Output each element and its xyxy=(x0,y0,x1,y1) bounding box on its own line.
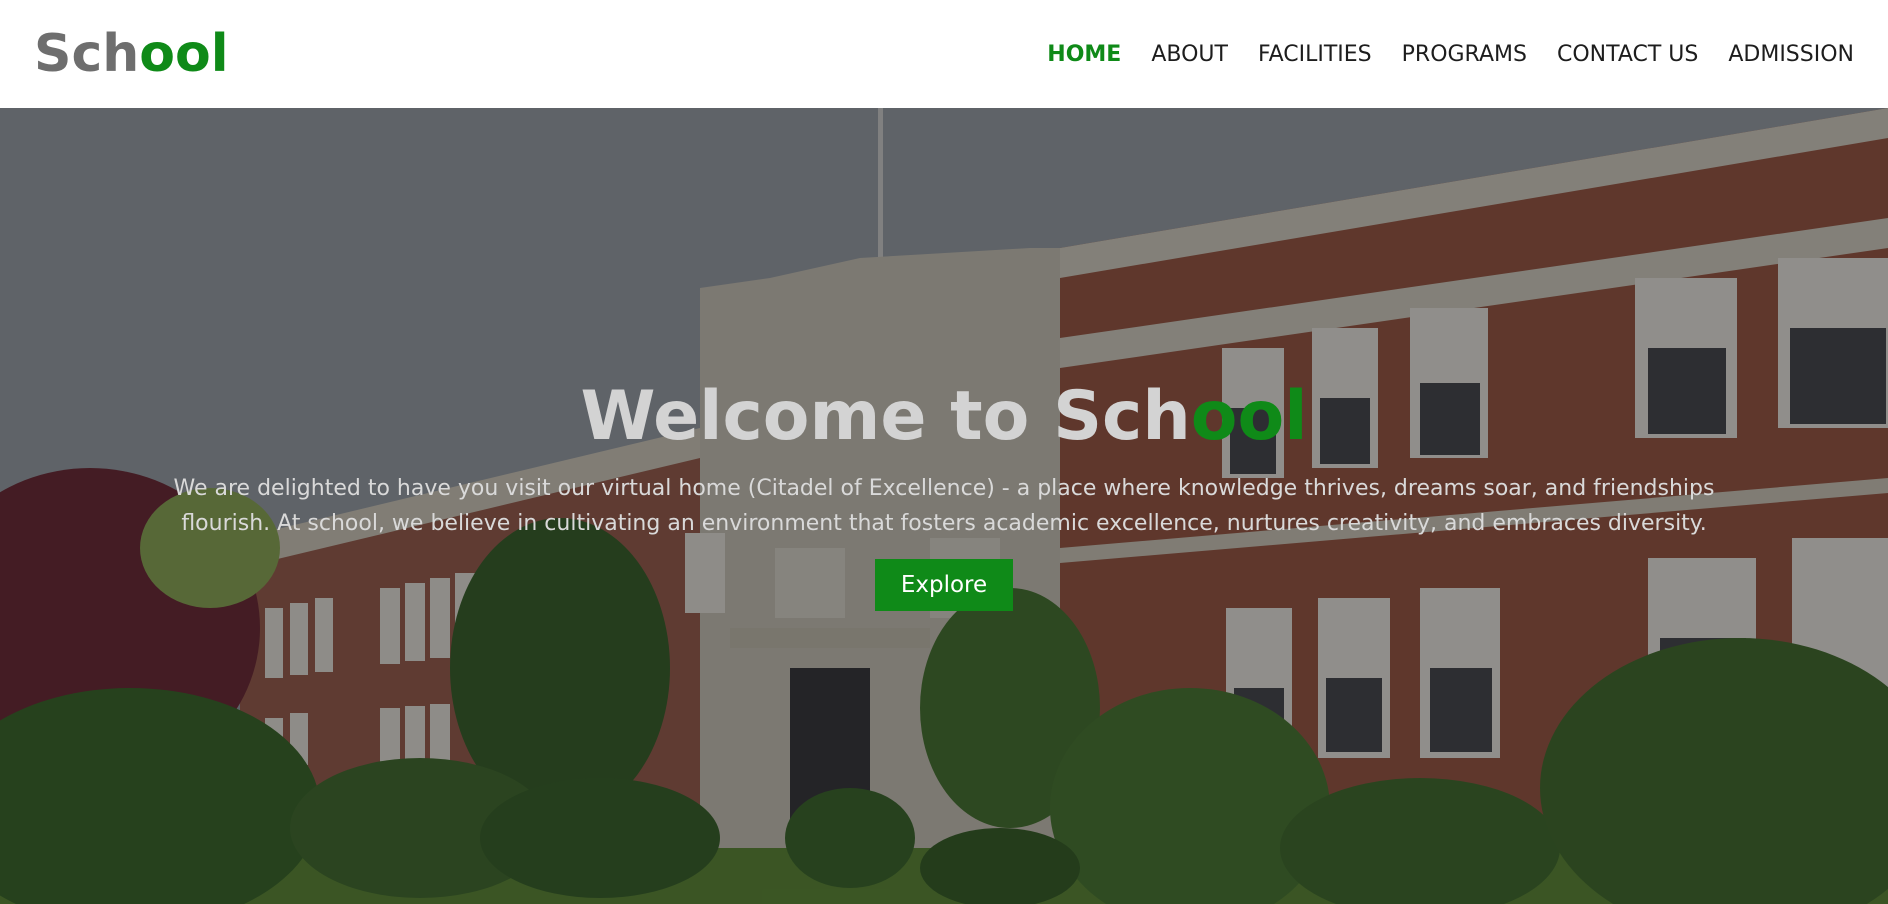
hero-title-suffix: ool xyxy=(1190,377,1308,456)
site-logo[interactable]: School xyxy=(34,28,229,80)
main-nav: HOME ABOUT FACILITIES PROGRAMS CONTACT U… xyxy=(1047,42,1854,67)
hero-description: We are delighted to have you visit our v… xyxy=(173,476,1715,536)
logo-text-suffix: ool xyxy=(139,24,229,84)
hero-title-prefix: Welcome to Sch xyxy=(580,377,1191,456)
hero-content: Welcome to School We are delighted to ha… xyxy=(0,108,1888,904)
hero-section: Welcome to School We are delighted to ha… xyxy=(0,108,1888,904)
navbar: School HOME ABOUT FACILITIES PROGRAMS CO… xyxy=(0,0,1888,108)
nav-link-programs[interactable]: PROGRAMS xyxy=(1402,42,1527,67)
explore-button[interactable]: Explore xyxy=(874,559,1014,611)
nav-link-admission[interactable]: ADMISSION xyxy=(1728,42,1854,67)
hero-title: Welcome to School xyxy=(580,383,1307,451)
nav-link-about[interactable]: ABOUT xyxy=(1151,42,1228,67)
nav-link-contact-us[interactable]: CONTACT US xyxy=(1557,42,1698,67)
logo-text-prefix: Sch xyxy=(34,24,140,84)
nav-link-home[interactable]: HOME xyxy=(1047,42,1121,67)
nav-link-facilities[interactable]: FACILITIES xyxy=(1258,42,1372,67)
